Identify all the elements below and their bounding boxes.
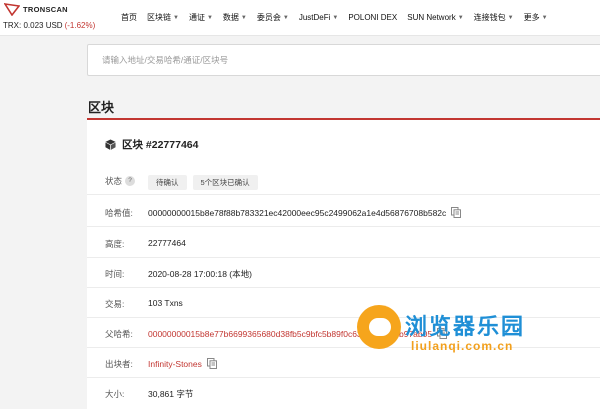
status-value: 待确认 5个区块已确认 [148,175,264,190]
time-value: 2020-08-28 17:00:18 (本地) [148,269,252,279]
nav-label: SUN Network [407,13,456,22]
search-input[interactable] [88,45,600,75]
hash-label: 哈希值: [105,208,133,218]
nav-item-tokens[interactable]: 通证 ▼ [189,12,213,23]
nav-item-poloni-dex[interactable]: POLONI DEX [348,13,397,22]
page-title: 区块 [88,100,115,115]
producer-value: Infinity-Stones [148,358,217,369]
confirmations-badge: 5个区块已确认 [192,175,258,190]
block-header: 区块 #22777464 [105,137,198,152]
nav-label: 连接钱包 [473,13,506,22]
nav-label: 数据 [222,13,239,22]
transactions-value[interactable]: 103 Txns [148,298,183,308]
top-navigation-bar: TRONSCAN TRX: 0.023 USD (-1.62%) 首页 区块链 ▼ … [0,0,600,36]
trx-price-text: TRX: 0.023 USD [3,21,63,30]
height-label: 高度: [105,239,125,249]
size-row: 大小: 30,861 字节 [87,378,600,408]
size-label: 大小: [105,389,125,399]
trx-price: TRX: 0.023 USD (-1.62%) [3,21,95,30]
block-title: 区块 #22777464 [122,139,199,151]
status-badge: 待确认 [148,175,187,190]
size-value: 30,861 字节 [148,389,194,399]
parent-hash-label: 父哈希: [105,329,133,339]
time-row: 时间: 2020-08-28 17:00:18 (本地) [87,258,600,288]
nav-label: JustDeFi [298,13,331,22]
watermark-text-en: liulanqi.com.cn [411,339,514,353]
nav-label: POLONI DEX [348,13,398,22]
tronscan-logo-icon [4,3,20,16]
brand-name: TRONSCAN [23,5,68,14]
hash-row: 哈希值: 00000000015b8e78f88b783321ec42000ee… [87,197,600,227]
height-row: 高度: 22777464 [87,228,600,258]
block-detail-card: 区块 #22777464 状态 ? 待确认 5个区块已确认 哈希值: 00000… [87,118,600,409]
nav-item-data[interactable]: 数据 ▼ [223,12,247,23]
cube-icon [105,139,116,150]
watermark: 浏览器乐园 liulanqi.com.cn [357,305,600,361]
height-value: 22777464 [148,238,186,248]
search-box [87,44,600,76]
nav-label: 更多 [523,13,540,22]
nav-label: 首页 [121,13,137,22]
watermark-logo-icon [357,305,401,349]
chevron-down-icon: ▼ [173,14,179,21]
chevron-down-icon: ▼ [240,14,247,21]
producer-link[interactable]: Infinity-Stones [148,359,202,369]
question-icon[interactable]: ? [125,176,136,186]
status-label: 状态 ? [105,175,136,187]
copy-icon[interactable] [451,207,462,218]
nav-label: 区块链 [147,13,171,22]
copy-icon[interactable] [206,358,217,369]
nav-label: 通证 [188,13,205,22]
producer-label: 出块者: [105,359,133,369]
transactions-label: 交易: [105,299,125,309]
main-nav: 首页 区块链 ▼ 通证 ▼ 数据 ▼ 委员会 ▼ JustDeFi ▼ POLONI DE… [121,12,558,23]
nav-item-committee[interactable]: 委员会 ▼ [257,12,289,23]
chevron-down-icon: ▼ [507,14,514,21]
nav-item-more[interactable]: 更多 ▼ [524,12,548,23]
nav-item-sun-network[interactable]: SUN Network ▼ [407,13,463,22]
hash-text[interactable]: 00000000015b8e78f88b783321ec42000eec95c2… [148,208,446,218]
chevron-down-icon: ▼ [282,14,289,21]
nav-label: 委员会 [256,13,281,22]
nav-item-connect-wallet[interactable]: 连接钱包 ▼ [474,12,514,23]
nav-item-home[interactable]: 首页 [121,12,137,23]
nav-item-justdefi[interactable]: JustDeFi ▼ [299,13,339,22]
nav-item-blockchain[interactable]: 区块链 ▼ [147,12,179,23]
chevron-down-icon: ▼ [541,14,548,21]
chevron-down-icon: ▼ [457,14,464,21]
brand-logo[interactable]: TRONSCAN [4,3,68,16]
hash-value: 00000000015b8e78f88b783321ec42000eec95c2… [148,207,462,218]
status-row: 状态 ? 待确认 5个区块已确认 [87,165,600,195]
chevron-down-icon: ▼ [206,14,213,21]
trx-price-change: (-1.62%) [64,21,96,30]
status-label-text: 状态 [105,176,123,186]
watermark-text-cn: 浏览器乐园 [405,314,526,339]
chevron-down-icon: ▼ [332,14,339,21]
time-label: 时间: [105,269,125,279]
